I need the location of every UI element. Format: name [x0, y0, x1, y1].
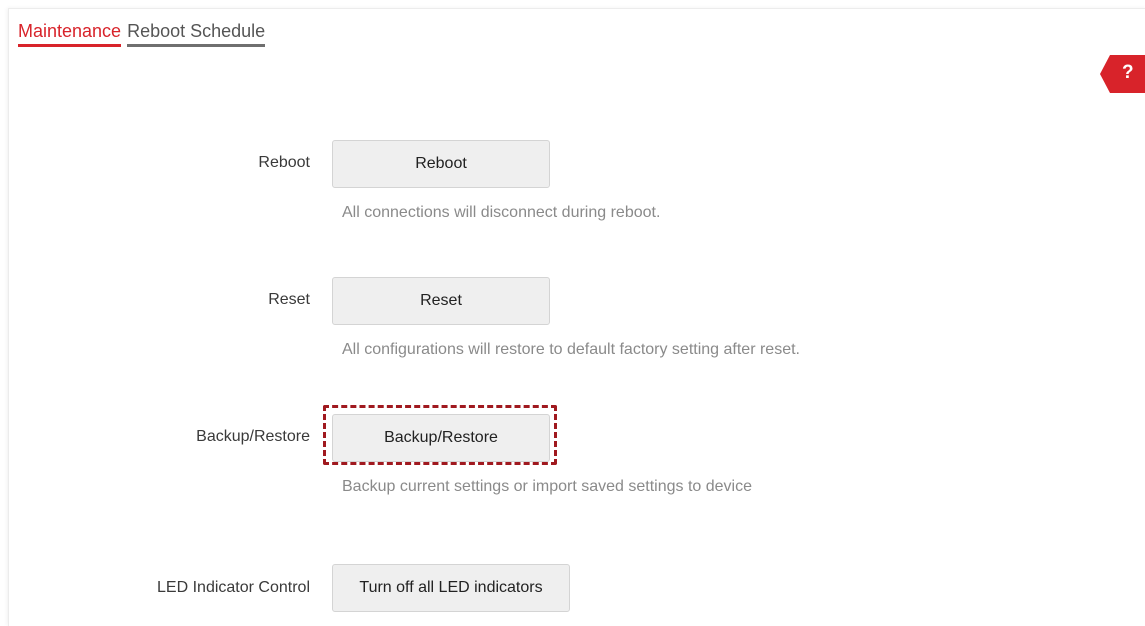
reset-label: Reset	[268, 291, 310, 308]
reboot-button[interactable]: Reboot	[332, 140, 550, 188]
reset-button[interactable]: Reset	[332, 277, 550, 325]
help-button[interactable]: ?	[1100, 55, 1145, 93]
tab-maintenance[interactable]: Maintenance	[18, 20, 122, 47]
maintenance-panel	[8, 8, 1145, 626]
turn-off-led-button[interactable]: Turn off all LED indicators	[332, 564, 570, 612]
help-symbol: ?	[1122, 62, 1134, 83]
led-indicator-label: LED Indicator Control	[157, 579, 310, 596]
backup-restore-hint: Backup current settings or import saved …	[342, 478, 752, 495]
reset-hint: All configurations will restore to defau…	[342, 341, 800, 358]
tab-bar: Maintenance Reboot Schedule	[18, 20, 266, 47]
reboot-hint: All connections will disconnect during r…	[342, 204, 661, 221]
highlight-dashed-box	[323, 405, 557, 465]
backup-restore-label: Backup/Restore	[196, 428, 310, 445]
reboot-label: Reboot	[258, 154, 310, 171]
tab-reboot-schedule[interactable]: Reboot Schedule	[127, 20, 266, 47]
